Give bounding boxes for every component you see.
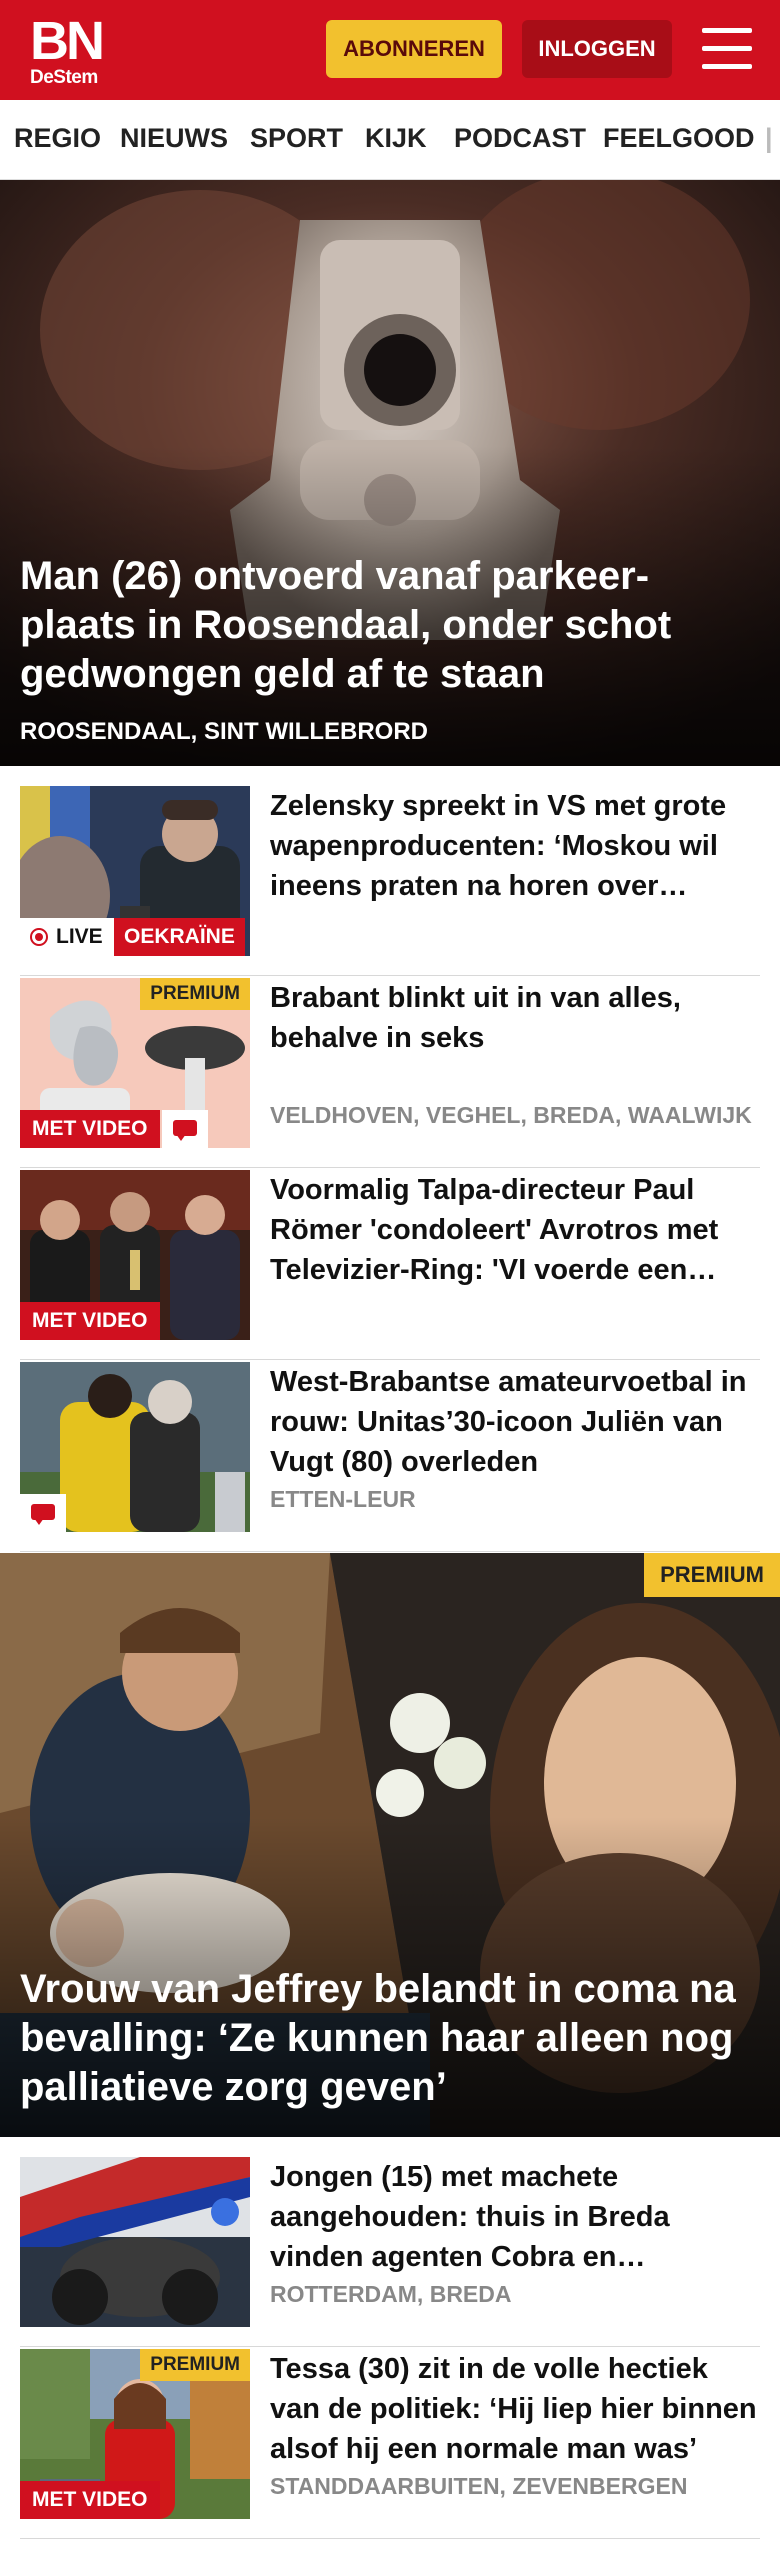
article-thumbnail [20,1362,250,1532]
hero-article-1[interactable]: Man (26) ontvoerd vanaf parkeer­plaats i… [0,180,780,766]
article-title[interactable]: Jongen (15) met machete aangehouden: thu… [270,2157,760,2277]
list-item[interactable]: MET VIDEO Voormalig Talpa-directeur Paul… [20,1170,760,1360]
video-badge: MET VIDEO [20,1302,160,1340]
nav-item-sport[interactable]: SPORT [250,100,343,179]
article-location: STANDDAARBUITEN, ZEVENBERGEN [270,2473,688,2499]
login-button[interactable]: INLOGGEN [522,20,672,78]
premium-badge: PREMIUM [140,2349,250,2381]
list-item[interactable]: PREMIUM MET VIDEO Tessa (30) zit in de v… [20,2349,760,2539]
topic-tag[interactable]: OEKRAÏNE [114,918,245,956]
article-title[interactable]: Brabant blinkt uit in van alles, behalve… [270,978,760,1058]
article-title[interactable]: Tessa (30) zit in de volle hectiek van d… [270,2349,760,2469]
article-thumbnail: LIVE OEKRAÏNE [20,786,250,956]
live-dot-icon [30,928,48,946]
list-item[interactable]: LIVE OEKRAÏNE Zelensky spreekt in VS met… [20,786,760,976]
nav-item-kijk[interactable]: KIJK [365,100,427,179]
premium-badge: PREMIUM [140,978,250,1010]
list-item[interactable]: West-Brabantse amateurvoetbal in rouw: U… [20,1362,760,1552]
nav-item-podcast[interactable]: PODCAST [454,100,586,179]
article-thumbnail: MET VIDEO [20,1170,250,1340]
article-location: ETTEN-LEUR [270,1486,416,1512]
article-title[interactable]: Zelensky spreekt in VS met grote wapenpr… [270,786,760,906]
hero-location: ROOSENDAAL, SINT WILLEBRORD [20,718,428,745]
comment-icon[interactable] [162,1110,208,1148]
video-badge: MET VIDEO [20,1110,160,1148]
article-thumbnail: PREMIUM MET VIDEO [20,978,250,1148]
site-logo[interactable]: BN DeStem [30,14,130,88]
logo-subtitle: DeStem [30,67,98,88]
section-nav: REGIO NIEUWS SPORT KIJK PODCAST FEELGOOD… [0,100,780,180]
hero-article-2[interactable]: PREMIUM Vrouw van Jeffrey belandt in com… [0,1553,780,2137]
article-title[interactable]: Voormalig Talpa-directeur Paul Römer 'co… [270,1170,760,1290]
live-badge: LIVE [20,918,114,956]
list-item[interactable]: Jongen (15) met machete aangehouden: thu… [20,2157,760,2347]
article-title[interactable]: West-Brabantse amateurvoetbal in rouw: U… [270,1362,760,1482]
hamburger-menu-icon[interactable] [702,28,752,70]
nav-item-feelgood[interactable]: FEELGOOD [603,100,755,179]
premium-badge: PREMIUM [644,1553,780,1597]
site-header: BN DeStem ABONNEREN INLOGGEN [0,0,780,100]
article-location: ROTTERDAM, BREDA [270,2281,512,2307]
hero-title[interactable]: Man (26) ontvoerd vanaf parkeer­plaats i… [20,552,740,699]
subscribe-button[interactable]: ABONNEREN [326,20,502,78]
nav-item-regio[interactable]: REGIO [14,100,101,179]
logo-text: BN [30,11,105,71]
article-thumbnail [20,2157,250,2327]
list-item[interactable]: PREMIUM MET VIDEO Brabant blinkt uit in … [20,978,760,1168]
article-location: VELDHOVEN, VEGHEL, BREDA, WAALWIJK [270,1102,752,1128]
article-thumbnail: PREMIUM MET VIDEO [20,2349,250,2519]
nav-overflow-indicator: | [765,123,773,153]
hero-title[interactable]: Vrouw van Jeffrey belandt in coma na bev… [20,1965,740,2112]
video-badge: MET VIDEO [20,2481,160,2519]
nav-item-nieuws[interactable]: NIEUWS [120,100,228,179]
comment-icon[interactable] [20,1494,66,1532]
